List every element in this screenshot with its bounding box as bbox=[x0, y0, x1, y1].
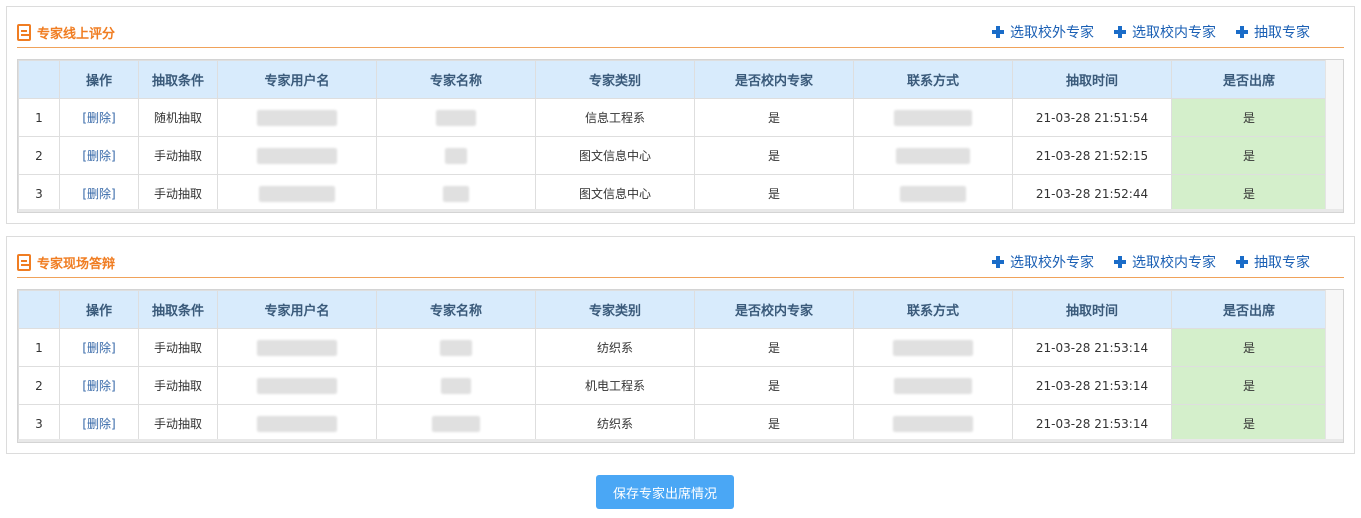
delete-link[interactable]: [删除] bbox=[59, 136, 139, 175]
redacted-name bbox=[376, 328, 536, 367]
expert-table: 操作 抽取条件 专家用户名 专家名称 专家类别 是否校内专家 联系方式 抽取时间… bbox=[17, 59, 1344, 213]
redacted-name bbox=[376, 136, 536, 175]
col-category: 专家类别 bbox=[535, 60, 695, 99]
panel-header: 专家现场答辩 选取校外专家 选取校内专家 抽取专家 bbox=[17, 249, 1344, 278]
panel-title: 专家现场答辩 bbox=[37, 256, 116, 272]
select-external-expert-button[interactable]: 选取校外专家 bbox=[992, 22, 1094, 42]
plus-icon bbox=[992, 26, 1004, 38]
panel-actions: 选取校外专家 选取校内专家 抽取专家 bbox=[972, 252, 1310, 272]
attend-cell[interactable]: 是 bbox=[1171, 328, 1327, 367]
col-index bbox=[18, 290, 60, 329]
onsite-defense-panel: 专家现场答辩 选取校外专家 选取校内专家 抽取专家 操作 抽取条件 专家用户名 … bbox=[6, 236, 1355, 454]
redacted-username bbox=[217, 98, 377, 137]
horizontal-scrollbar[interactable] bbox=[18, 209, 1343, 212]
document-icon bbox=[17, 23, 31, 41]
draw-expert-button[interactable]: 抽取专家 bbox=[1236, 252, 1310, 272]
draw-expert-button[interactable]: 抽取专家 bbox=[1236, 22, 1310, 42]
col-attend: 是否出席 bbox=[1171, 290, 1327, 329]
vertical-scrollbar[interactable] bbox=[1325, 290, 1343, 442]
redacted-username bbox=[217, 366, 377, 405]
panel-actions: 选取校外专家 选取校内专家 抽取专家 bbox=[972, 22, 1310, 42]
col-attend: 是否出席 bbox=[1171, 60, 1327, 99]
select-internal-expert-button[interactable]: 选取校内专家 bbox=[1114, 252, 1216, 272]
col-time: 抽取时间 bbox=[1012, 60, 1172, 99]
col-condition: 抽取条件 bbox=[138, 60, 218, 99]
select-external-expert-button[interactable]: 选取校外专家 bbox=[992, 252, 1094, 272]
plus-icon bbox=[1236, 26, 1248, 38]
col-contact: 联系方式 bbox=[853, 290, 1013, 329]
col-internal: 是否校内专家 bbox=[694, 60, 854, 99]
col-expert-name: 专家名称 bbox=[376, 290, 536, 329]
redacted-name bbox=[376, 366, 536, 405]
plus-icon bbox=[992, 256, 1004, 268]
col-internal: 是否校内专家 bbox=[694, 290, 854, 329]
redacted-username bbox=[217, 328, 377, 367]
delete-link[interactable]: [删除] bbox=[59, 366, 139, 405]
redacted-name bbox=[376, 404, 536, 442]
document-icon bbox=[17, 253, 31, 271]
delete-link[interactable]: [删除] bbox=[59, 328, 139, 367]
delete-link[interactable]: [删除] bbox=[59, 404, 139, 442]
redacted-name bbox=[376, 174, 536, 212]
col-expert-name: 专家名称 bbox=[376, 60, 536, 99]
expert-table: 操作 抽取条件 专家用户名 专家名称 专家类别 是否校内专家 联系方式 抽取时间… bbox=[17, 289, 1344, 443]
table-row: 2 [删除] 手动抽取 图文信息中心 是 21-03-28 21:52:15 是 bbox=[18, 136, 1327, 175]
horizontal-scrollbar[interactable] bbox=[18, 439, 1343, 442]
plus-icon bbox=[1114, 26, 1126, 38]
table-header: 操作 抽取条件 专家用户名 专家名称 专家类别 是否校内专家 联系方式 抽取时间… bbox=[18, 290, 1327, 329]
redacted-contact bbox=[853, 98, 1013, 137]
table-row: 1 [删除] 手动抽取 纺织系 是 21-03-28 21:53:14 是 bbox=[18, 328, 1327, 367]
col-time: 抽取时间 bbox=[1012, 290, 1172, 329]
plus-icon bbox=[1114, 256, 1126, 268]
col-condition: 抽取条件 bbox=[138, 290, 218, 329]
save-attendance-button[interactable]: 保存专家出席情况 bbox=[596, 475, 734, 509]
redacted-contact bbox=[853, 328, 1013, 367]
redacted-contact bbox=[853, 174, 1013, 212]
plus-icon bbox=[1236, 256, 1248, 268]
redacted-name bbox=[376, 98, 536, 137]
redacted-username bbox=[217, 136, 377, 175]
table-row: 3 [删除] 手动抽取 图文信息中心 是 21-03-28 21:52:44 是 bbox=[18, 174, 1327, 212]
table-row: 2 [删除] 手动抽取 机电工程系 是 21-03-28 21:53:14 是 bbox=[18, 366, 1327, 405]
panel-header: 专家线上评分 选取校外专家 选取校内专家 抽取专家 bbox=[17, 19, 1344, 48]
delete-link[interactable]: [删除] bbox=[59, 98, 139, 137]
table-row: 1 [删除] 随机抽取 信息工程系 是 21-03-28 21:51:54 是 bbox=[18, 98, 1327, 137]
col-category: 专家类别 bbox=[535, 290, 695, 329]
col-contact: 联系方式 bbox=[853, 60, 1013, 99]
attend-cell[interactable]: 是 bbox=[1171, 404, 1327, 442]
delete-link[interactable]: [删除] bbox=[59, 174, 139, 212]
attend-cell[interactable]: 是 bbox=[1171, 136, 1327, 175]
select-internal-expert-button[interactable]: 选取校内专家 bbox=[1114, 22, 1216, 42]
redacted-username bbox=[217, 404, 377, 442]
panel-title: 专家线上评分 bbox=[37, 26, 116, 42]
col-operation: 操作 bbox=[59, 290, 139, 329]
col-username: 专家用户名 bbox=[217, 290, 377, 329]
redacted-contact bbox=[853, 404, 1013, 442]
attend-cell[interactable]: 是 bbox=[1171, 366, 1327, 405]
redacted-contact bbox=[853, 366, 1013, 405]
table-header: 操作 抽取条件 专家用户名 专家名称 专家类别 是否校内专家 联系方式 抽取时间… bbox=[18, 60, 1327, 99]
attend-cell[interactable]: 是 bbox=[1171, 98, 1327, 137]
redacted-username bbox=[217, 174, 377, 212]
vertical-scrollbar[interactable] bbox=[1325, 60, 1343, 212]
col-operation: 操作 bbox=[59, 60, 139, 99]
table-row: 3 [删除] 手动抽取 纺织系 是 21-03-28 21:53:14 是 bbox=[18, 404, 1327, 442]
online-scoring-panel: 专家线上评分 选取校外专家 选取校内专家 抽取专家 操作 抽取条件 专家用户名 … bbox=[6, 6, 1355, 224]
col-index bbox=[18, 60, 60, 99]
attend-cell[interactable]: 是 bbox=[1171, 174, 1327, 212]
redacted-contact bbox=[853, 136, 1013, 175]
col-username: 专家用户名 bbox=[217, 60, 377, 99]
